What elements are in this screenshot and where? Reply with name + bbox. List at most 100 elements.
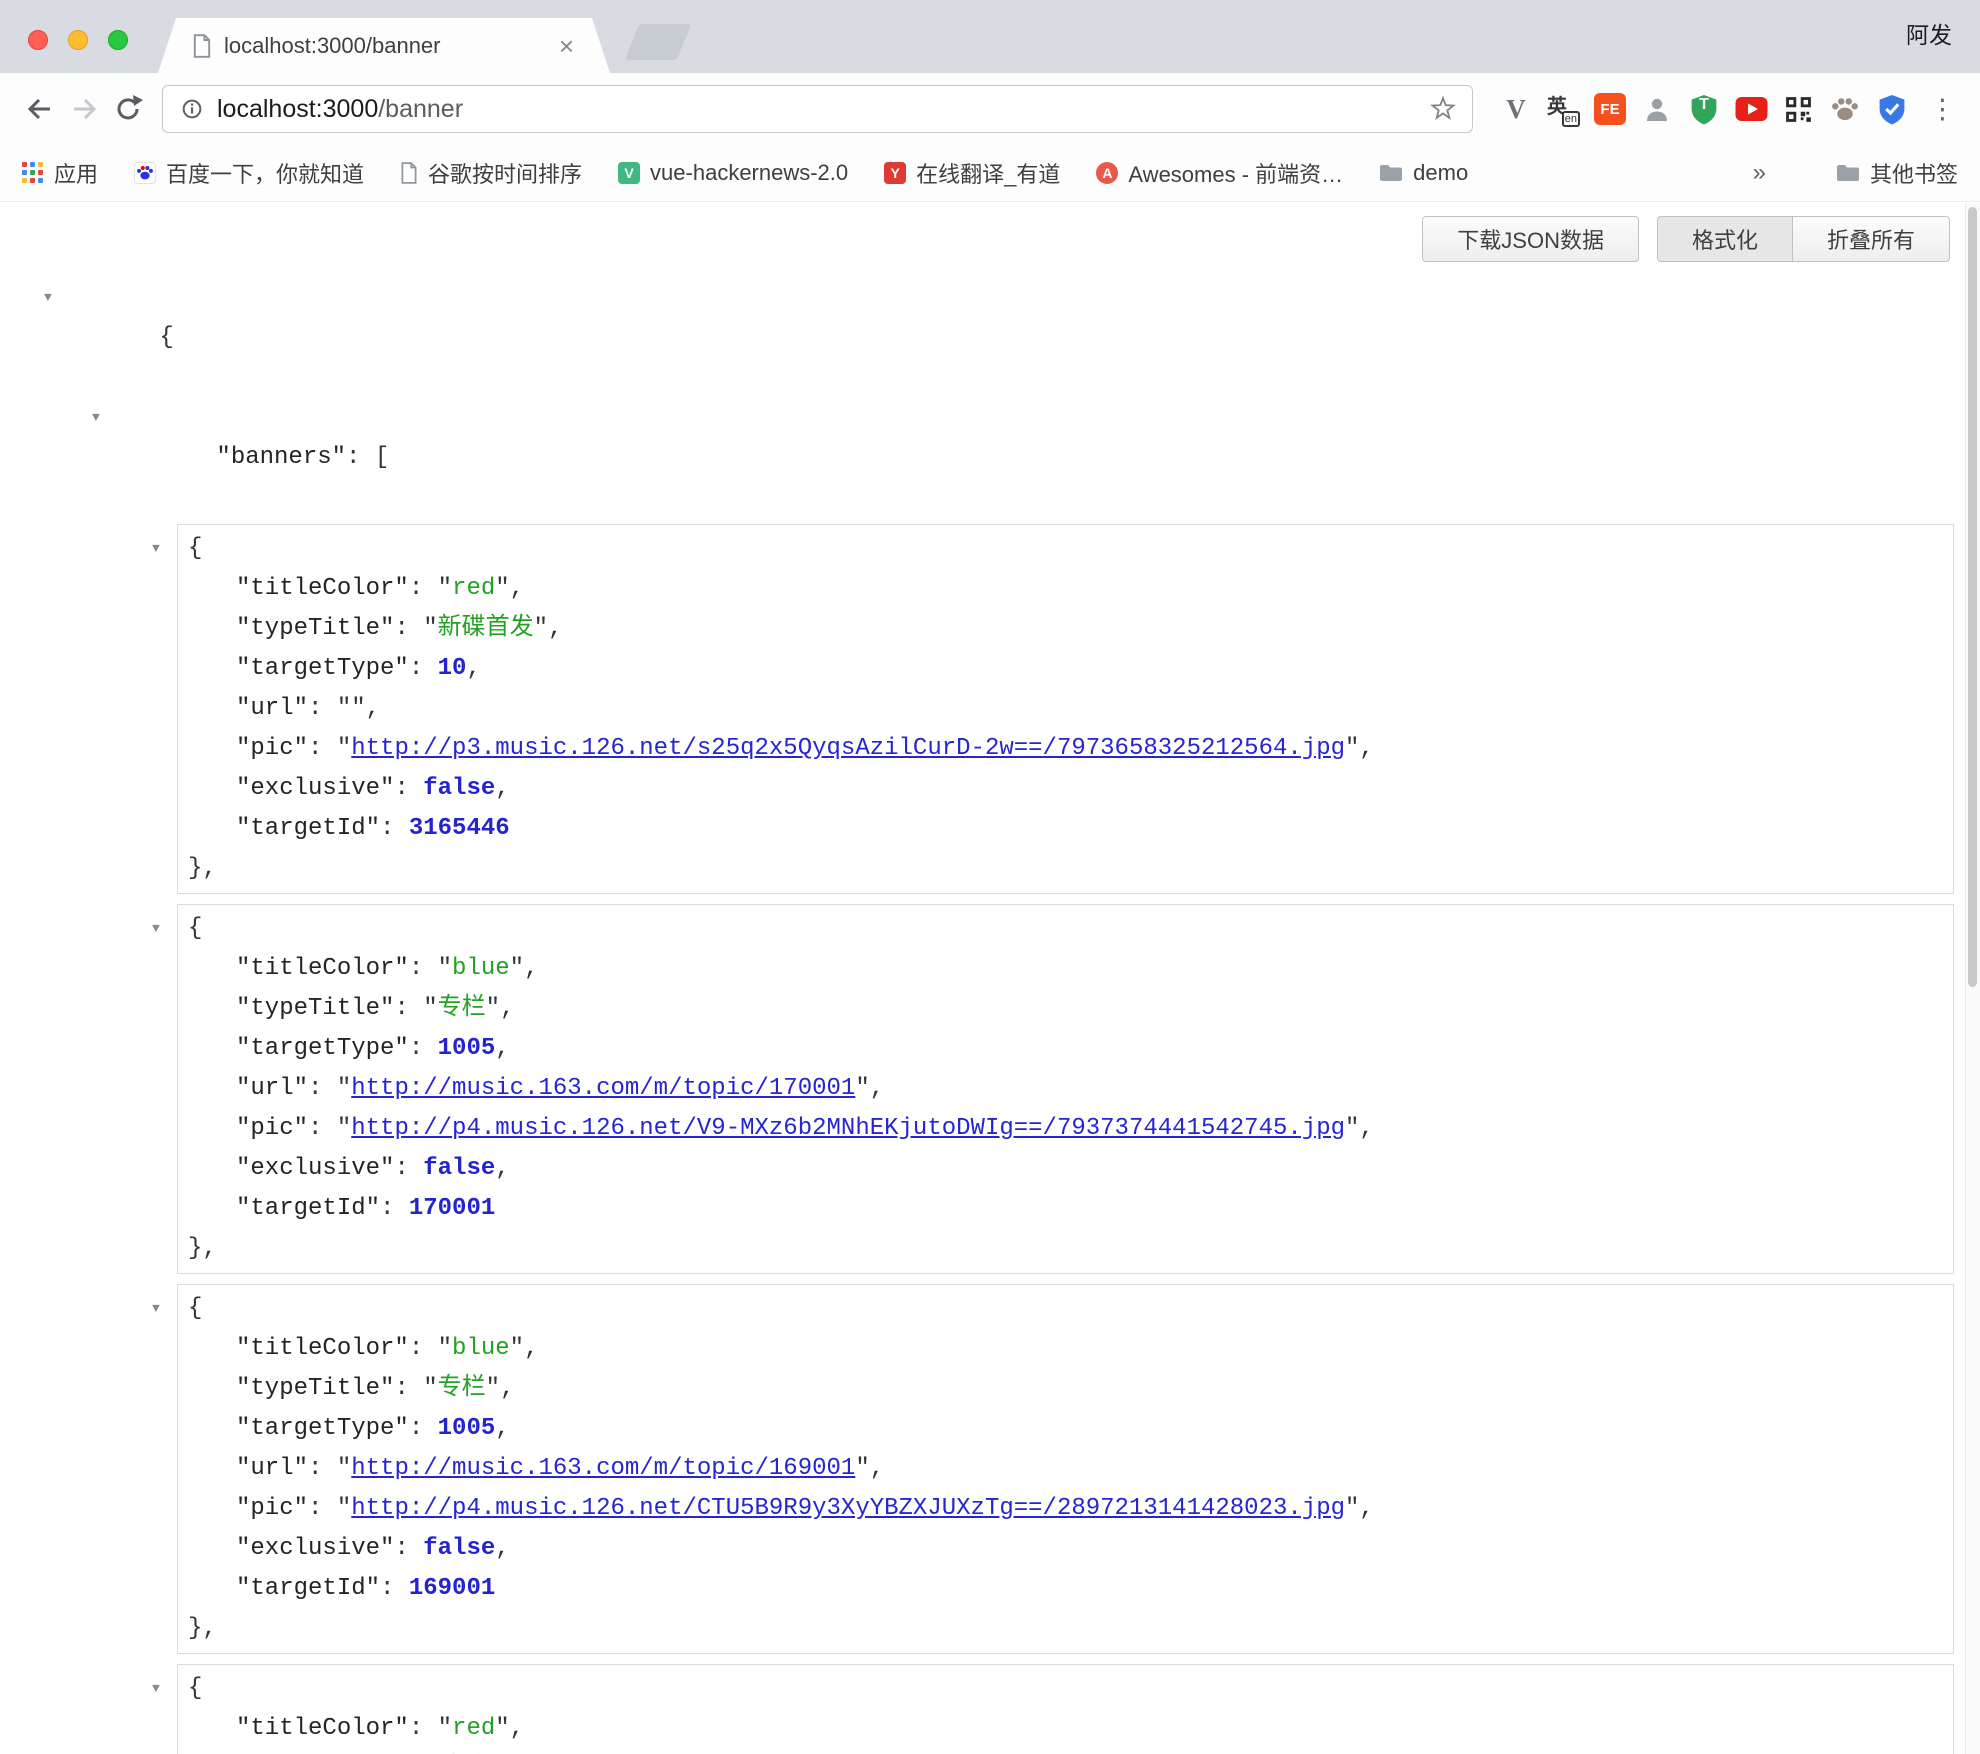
- json-object-open: ▼{: [178, 1669, 1953, 1709]
- awesomes-icon: A: [1096, 162, 1118, 184]
- apps-grid-icon: [22, 162, 44, 184]
- collapse-triangle-icon[interactable]: ▼: [92, 398, 100, 438]
- json-url-link[interactable]: http://p3.music.126.net/s25q2x5QyqsAzilC…: [351, 735, 1345, 762]
- navigation-bar: localhost:3000/banner V 英 en FE T: [0, 73, 1980, 145]
- bookmark-folder-demo[interactable]: demo: [1379, 160, 1468, 186]
- zoom-window-button[interactable]: [108, 30, 128, 50]
- bookmark-awesomes[interactable]: A Awesomes - 前端资…: [1096, 157, 1343, 189]
- json-key: "targetType": [236, 1035, 409, 1062]
- json-line: "targetType": 1005,: [178, 1029, 1953, 1069]
- json-key: "exclusive": [236, 1155, 394, 1182]
- url-bar[interactable]: localhost:3000/banner: [162, 85, 1473, 133]
- format-button[interactable]: 格式化: [1657, 216, 1792, 262]
- minimize-window-button[interactable]: [68, 30, 88, 50]
- json-line: "url": "http://music.163.com/m/topic/169…: [178, 1449, 1953, 1489]
- youtube-extension-icon[interactable]: [1734, 92, 1768, 126]
- collapse-triangle-icon[interactable]: ▼: [152, 1289, 160, 1329]
- json-number-value: 169001: [409, 1575, 495, 1602]
- json-key: "typeTitle": [236, 995, 394, 1022]
- folder-icon: [1379, 163, 1403, 183]
- json-key: "titleColor": [236, 575, 409, 602]
- bookmarks-overflow-chevron[interactable]: »: [1753, 159, 1766, 187]
- json-key: "targetId": [236, 1195, 380, 1222]
- json-string-value: 专栏: [438, 995, 486, 1022]
- collapse-triangle-icon[interactable]: ▼: [152, 529, 160, 569]
- back-button[interactable]: [18, 87, 62, 131]
- browser-menu-icon[interactable]: ⋮: [1929, 96, 1956, 123]
- json-url-link[interactable]: http://music.163.com/m/topic/169001: [351, 1455, 855, 1482]
- page-info-icon[interactable]: [177, 94, 207, 124]
- fehelper-extension-icon[interactable]: FE: [1593, 92, 1627, 126]
- download-json-button[interactable]: 下载JSON数据: [1422, 216, 1639, 262]
- json-string-value: red: [452, 575, 495, 602]
- json-key: "titleColor": [236, 1335, 409, 1362]
- format-collapse-button-group: 格式化 折叠所有: [1657, 216, 1950, 262]
- json-url-link[interactable]: http://p4.music.126.net/V9-MXz6b2MNhEKju…: [351, 1115, 1345, 1142]
- bookmark-star-icon[interactable]: [1428, 94, 1458, 124]
- bookmark-apps[interactable]: 应用: [22, 157, 98, 189]
- json-object-close: },: [178, 849, 1953, 889]
- bookmark-youdao-translate[interactable]: Y 在线翻译_有道: [884, 157, 1060, 189]
- paw-extension-icon[interactable]: [1828, 92, 1862, 126]
- json-array-items: ▼{ "titleColor": "red","typeTitle": "新碟首发…: [0, 524, 1980, 1754]
- tab-close-icon[interactable]: ×: [557, 33, 576, 59]
- youdao-icon: Y: [884, 162, 906, 184]
- json-url-link[interactable]: http://p4.music.126.net/CTU5B9R9y3XyYBZX…: [351, 1495, 1345, 1522]
- close-window-button[interactable]: [28, 30, 48, 50]
- url-host: localhost:3000: [217, 95, 378, 123]
- bookmarks-bar: 应用 百度一下，你就知道 谷歌按时间排序 V vue-hackernews-2.…: [0, 145, 1980, 202]
- collapse-triangle-icon[interactable]: ▼: [152, 1669, 160, 1709]
- json-key: "exclusive": [236, 1535, 394, 1562]
- page-scrollbar[interactable]: [1965, 203, 1980, 1754]
- json-viewer: ▼{ ▼"banners": [ ▼{"titleColor": "red","…: [0, 278, 1980, 1754]
- json-number-value: 10: [438, 655, 467, 682]
- json-line: "pic": "http://p4.music.126.net/V9-MXz6b…: [178, 1109, 1953, 1149]
- collapse-all-button[interactable]: 折叠所有: [1792, 216, 1950, 262]
- bookmark-vue-hackernews[interactable]: V vue-hackernews-2.0: [618, 160, 848, 186]
- collapse-triangle-icon[interactable]: ▼: [44, 278, 52, 318]
- browser-tab[interactable]: localhost:3000/banner ×: [158, 18, 610, 73]
- url-text[interactable]: localhost:3000/banner: [217, 95, 1418, 124]
- traffic-lights: [28, 30, 128, 50]
- json-url-link[interactable]: http://music.163.com/m/topic/170001: [351, 1075, 855, 1102]
- json-root-open: ▼{: [0, 278, 1980, 398]
- bookmark-baidu[interactable]: 百度一下，你就知道: [134, 157, 364, 189]
- forward-button[interactable]: [62, 87, 106, 131]
- json-number-value: 170001: [409, 1195, 495, 1222]
- json-line: "typeTitle": "专栏",: [178, 1369, 1953, 1409]
- json-number-value: 1005: [438, 1415, 496, 1442]
- vimium-extension-icon[interactable]: V: [1499, 92, 1533, 126]
- qrcode-extension-icon[interactable]: [1781, 92, 1815, 126]
- json-object-close: },: [178, 1609, 1953, 1649]
- people-extension-icon[interactable]: [1640, 92, 1674, 126]
- json-line: "exclusive": false,: [178, 769, 1953, 809]
- json-string-value: 新碟首发: [438, 615, 534, 642]
- json-key: "titleColor": [236, 1715, 409, 1742]
- translate-extension-icon[interactable]: 英 en: [1546, 92, 1580, 126]
- collapse-triangle-icon[interactable]: ▼: [152, 909, 160, 949]
- json-line: "titleColor": "red",: [178, 569, 1953, 609]
- scrollbar-thumb[interactable]: [1968, 207, 1977, 987]
- json-string-value: blue: [452, 1335, 510, 1362]
- reload-button[interactable]: [106, 87, 150, 131]
- json-line: "titleColor": "blue",: [178, 949, 1953, 989]
- json-string-value: 专栏: [438, 1375, 486, 1402]
- json-line: "targetType": 10,: [178, 649, 1953, 689]
- json-object-box: ▼{"titleColor": "blue","typeTitle": "专栏"…: [177, 1284, 1954, 1654]
- json-object-open: ▼{: [178, 1289, 1953, 1329]
- shield-t-extension-icon[interactable]: T: [1687, 92, 1721, 126]
- extensions-row: V 英 en FE T: [1499, 92, 1909, 126]
- json-key: "url": [236, 1455, 308, 1482]
- json-line: "exclusive": false,: [178, 1149, 1953, 1189]
- bookmark-google-sort[interactable]: 谷歌按时间排序: [400, 157, 582, 189]
- new-tab-button[interactable]: [625, 24, 692, 60]
- json-line: "pic": "http://p4.music.126.net/CTU5B9R9…: [178, 1489, 1953, 1529]
- page-content: 下载JSON数据 格式化 折叠所有 ▼{ ▼"banners": [ ▼{"ti…: [0, 216, 1980, 1754]
- other-bookmarks[interactable]: 其他书签: [1836, 157, 1958, 189]
- profile-name[interactable]: 阿发: [1906, 15, 1952, 49]
- json-line: "typeTitle": "新碟首发",: [178, 609, 1953, 649]
- url-path: /banner: [378, 95, 463, 123]
- json-number-value: 1005: [438, 1035, 496, 1062]
- json-key: "targetId": [236, 1575, 380, 1602]
- security-shield-extension-icon[interactable]: [1875, 92, 1909, 126]
